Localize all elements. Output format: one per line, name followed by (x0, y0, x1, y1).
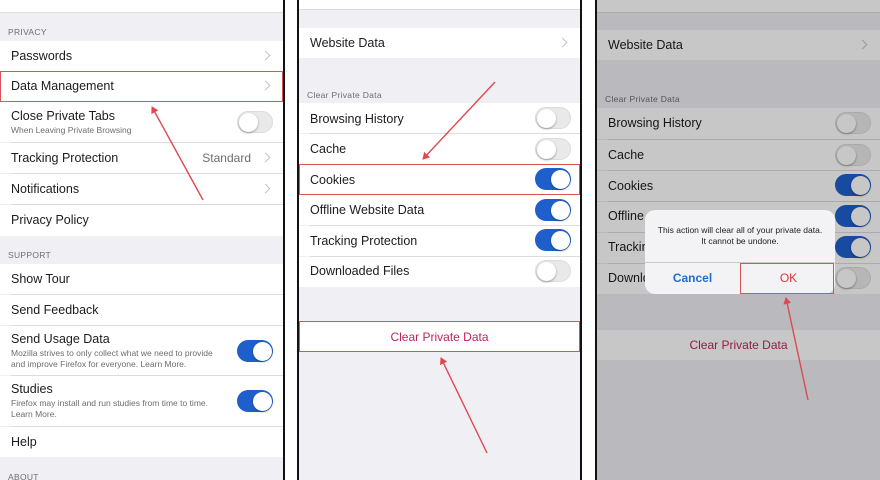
toggle-knob (550, 169, 570, 189)
close-private-tabs-toggle[interactable] (237, 111, 273, 133)
chevron-right-icon (260, 152, 271, 163)
clear-private-data-label: Clear Private Data (390, 330, 489, 344)
toggle-knob (537, 261, 556, 281)
notifications-row[interactable]: Notifications (0, 174, 283, 204)
top-section-end (0, 0, 283, 12)
divider (299, 9, 580, 10)
section-header-about: ABOUT (8, 472, 39, 480)
studies-label: Studies (11, 382, 53, 396)
dialog-cancel-button[interactable]: Cancel (645, 263, 740, 294)
downloaded-files-row: Downloaded Files (299, 257, 580, 287)
dialog-message: This action will clear all of your priva… (657, 225, 823, 246)
toggle-knob (537, 139, 556, 159)
show-tour-label: Show Tour (11, 272, 70, 286)
cache-row: Cache (299, 134, 580, 164)
send-usage-data-description: Mozilla strives to only collect what we … (11, 348, 213, 358)
settings-privacy-panel: PRIVACY Passwords Data Management Close … (0, 0, 285, 480)
top-section-end (299, 0, 580, 9)
send-feedback-label: Send Feedback (11, 303, 99, 317)
browsing-history-label: Browsing History (310, 112, 404, 126)
cookies-label: Cookies (310, 173, 356, 187)
studies-toggle[interactable] (237, 390, 273, 412)
tracking-protection-toggle[interactable] (535, 229, 571, 251)
website-data-label: Website Data (310, 36, 385, 50)
tracking-protection-value: Standard (202, 151, 251, 165)
chevron-right-icon (260, 50, 271, 61)
toggle-knob (252, 391, 272, 411)
offline-website-data-toggle[interactable] (535, 199, 571, 221)
passwords-row[interactable]: Passwords (0, 41, 283, 71)
cache-label: Cache (310, 142, 347, 156)
studies-description: Firefox may install and run studies from… (11, 398, 208, 408)
passwords-label: Passwords (11, 49, 73, 63)
close-private-tabs-row: Close Private Tabs When Leaving Private … (0, 102, 283, 142)
toggle-knob (550, 230, 570, 250)
browsing-history-row: Browsing History (299, 103, 580, 133)
cookies-toggle[interactable] (535, 168, 571, 190)
toggle-knob (239, 112, 258, 132)
send-feedback-row[interactable]: Send Feedback (0, 295, 283, 325)
show-tour-row[interactable]: Show Tour (0, 264, 283, 294)
section-header-support: SUPPORT (8, 250, 52, 260)
notifications-label: Notifications (11, 182, 80, 196)
chevron-right-icon (557, 37, 568, 48)
data-management-panel: Website Data Clear Private Data Browsing… (297, 0, 582, 480)
close-private-tabs-label: Close Private Tabs (11, 109, 115, 123)
send-usage-data-description: and improve Firefox for everyone. Learn … (11, 359, 187, 369)
clear-confirmation-panel: Website Data Clear Private Data Browsing… (595, 0, 880, 480)
ok-button-highlight (740, 263, 834, 294)
downloaded-files-label: Downloaded Files (310, 264, 410, 278)
help-row[interactable]: Help (0, 427, 283, 457)
send-usage-data-toggle[interactable] (237, 340, 273, 362)
chevron-right-icon (260, 183, 271, 194)
data-management-row[interactable]: Data Management (0, 72, 283, 101)
downloaded-files-toggle[interactable] (535, 260, 571, 282)
cookies-row: Cookies (299, 165, 580, 194)
privacy-policy-label: Privacy Policy (11, 213, 89, 227)
website-data-row[interactable]: Website Data (299, 28, 580, 58)
browsing-history-toggle[interactable] (535, 107, 571, 129)
toggle-knob (252, 341, 272, 361)
tracking-protection-label: Tracking Protection (11, 151, 119, 165)
section-header-privacy: PRIVACY (8, 27, 47, 37)
cache-toggle[interactable] (535, 138, 571, 160)
toggle-knob (550, 200, 570, 220)
help-label: Help (11, 435, 37, 449)
studies-description: Learn More. (11, 409, 57, 419)
tracking-protection-row: Tracking Protection (299, 226, 580, 256)
studies-row: Studies Firefox may install and run stud… (0, 376, 283, 426)
offline-website-data-row: Offline Website Data (299, 195, 580, 225)
privacy-policy-row[interactable]: Privacy Policy (0, 205, 283, 236)
tracking-protection-label: Tracking Protection (310, 234, 418, 248)
toggle-knob (537, 108, 556, 128)
section-header-clear-private-data: Clear Private Data (307, 90, 382, 100)
send-usage-data-label: Send Usage Data (11, 332, 110, 346)
divider (0, 12, 283, 13)
chevron-right-icon (260, 80, 271, 91)
offline-website-data-label: Offline Website Data (310, 203, 425, 217)
close-private-tabs-subtitle: When Leaving Private Browsing (11, 125, 132, 135)
clear-private-data-button[interactable]: Clear Private Data (299, 322, 580, 352)
tracking-protection-row[interactable]: Tracking Protection Standard (0, 143, 283, 173)
send-usage-data-row: Send Usage Data Mozilla strives to only … (0, 326, 283, 375)
data-management-label: Data Management (11, 79, 114, 93)
